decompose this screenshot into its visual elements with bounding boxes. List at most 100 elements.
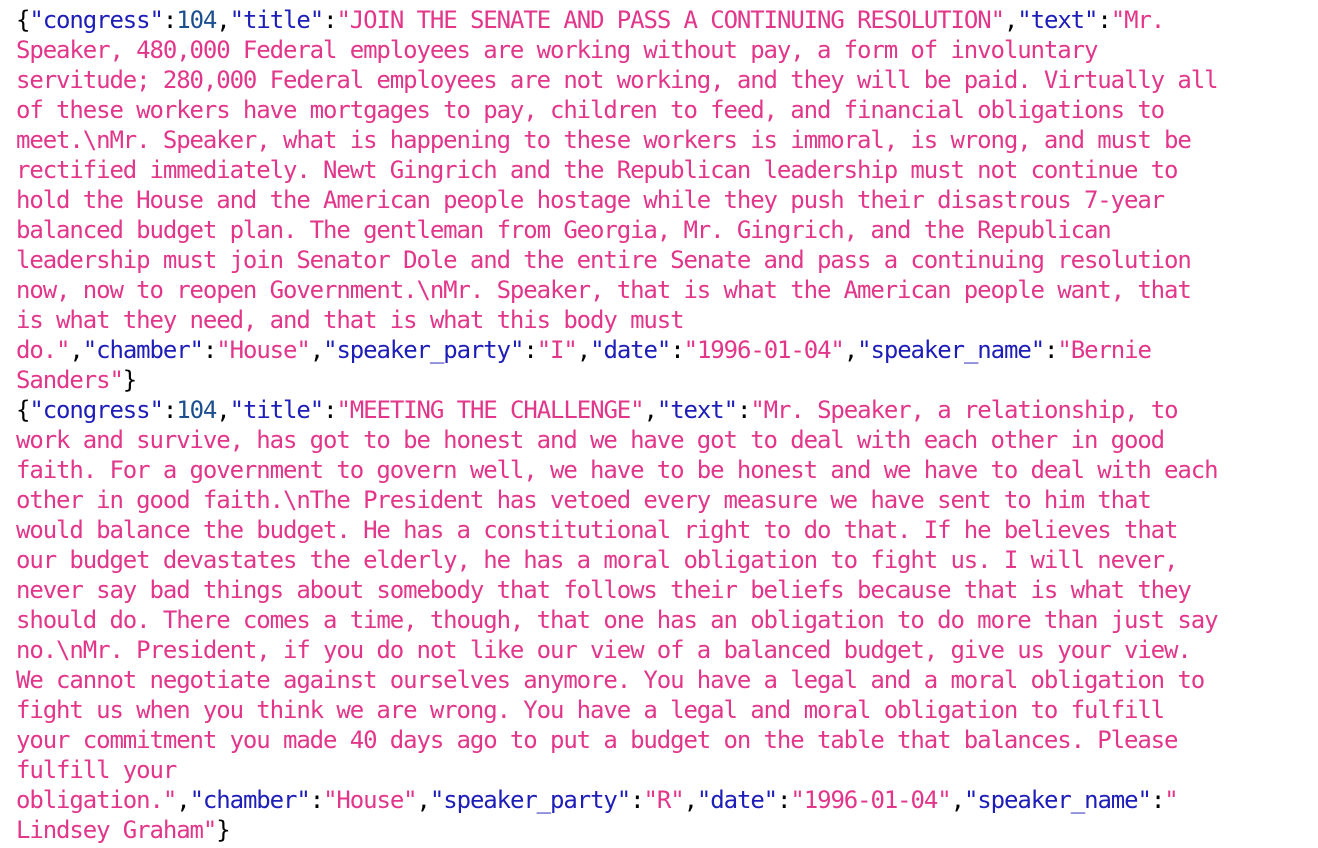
json-string: do." <box>16 336 71 364</box>
json-key: "congress" <box>29 396 164 424</box>
text-line: leadership must join Senator Dole and th… <box>16 245 1318 275</box>
json-key: "speaker_name" <box>857 336 1045 364</box>
json-punctuation: : <box>1150 786 1165 814</box>
text-line: {"congress":104,"title":"JOIN THE SENATE… <box>16 5 1318 35</box>
json-string: would balance the budget. He has a const… <box>16 516 1178 544</box>
json-string: no.\nMr. President, if you do not like o… <box>16 636 1192 664</box>
text-line: Sanders"} <box>16 365 1318 395</box>
json-key: "chamber" <box>82 336 204 364</box>
text-line: should do. There comes a time, though, t… <box>16 605 1318 635</box>
json-lines: {"congress":104,"title":"JOIN THE SENATE… <box>16 5 1318 845</box>
text-line: our budget devastates the elderly, he ha… <box>16 545 1318 575</box>
text-line: faith. For a government to govern well, … <box>16 455 1318 485</box>
json-punctuation: { <box>16 396 30 424</box>
text-line: rectified immediately. Newt Gingrich and… <box>16 155 1318 185</box>
json-number: 104 <box>176 396 217 424</box>
json-string: now, now to reopen Government.\nMr. Spea… <box>16 276 1192 304</box>
json-text-view[interactable]: {"congress":104,"title":"JOIN THE SENATE… <box>0 0 1318 848</box>
json-string: "Mr. Speaker, a relationship, to <box>750 396 1178 424</box>
text-line: fight us when you think we are wrong. Yo… <box>16 695 1318 725</box>
json-punctuation: , <box>309 336 324 364</box>
text-line: is what they need, and that is what this… <box>16 305 1318 335</box>
json-key: "date" <box>590 336 671 364</box>
json-string: should do. There comes a time, though, t… <box>16 606 1219 634</box>
json-punctuation: , <box>216 6 230 34</box>
json-key: "title" <box>229 6 325 34</box>
json-string: "House" <box>323 786 418 814</box>
json-string: "Bernie <box>1057 336 1152 364</box>
json-key: "date" <box>696 786 778 814</box>
json-string: hold the House and the American people h… <box>16 186 1165 214</box>
json-key: "congress" <box>29 6 164 34</box>
json-string: fulfill your <box>16 756 177 784</box>
text-line: work and survive, has got to be honest a… <box>16 425 1318 455</box>
json-punctuation: : <box>736 396 751 424</box>
json-punctuation: , <box>1003 6 1018 34</box>
text-line: servitude; 280,000 Federal employees are… <box>16 65 1318 95</box>
text-line: of these workers have mortgages to pay, … <box>16 95 1318 125</box>
text-line: no.\nMr. President, if you do not like o… <box>16 635 1318 665</box>
json-key: "text" <box>1017 6 1098 34</box>
json-string: Lindsey Graham" <box>16 816 217 844</box>
text-line: obligation.","chamber":"House","speaker_… <box>16 785 1318 815</box>
json-punctuation: , <box>843 336 858 364</box>
json-number: 104 <box>176 6 217 34</box>
json-punctuation: : <box>670 336 684 364</box>
text-line: never say bad things about somebody that… <box>16 575 1318 605</box>
json-string: fight us when you think we are wrong. Yo… <box>16 696 1165 724</box>
json-string: servitude; 280,000 Federal employees are… <box>16 66 1219 94</box>
json-string: of these workers have mortgages to pay, … <box>16 96 1165 124</box>
json-string: "I" <box>536 336 578 364</box>
json-string: leadership must join Senator Dole and th… <box>16 246 1192 274</box>
json-punctuation: , <box>576 336 591 364</box>
json-punctuation: } <box>216 816 230 844</box>
json-string: meet.\nMr. Speaker, what is happening to… <box>16 126 1192 154</box>
json-string: "Mr. <box>1110 6 1166 34</box>
json-punctuation: : <box>323 396 337 424</box>
text-line: {"congress":104,"title":"MEETING THE CHA… <box>16 395 1318 425</box>
json-string: "JOIN THE SENATE AND PASS A CONTINUING R… <box>336 6 1005 34</box>
json-punctuation: : <box>202 336 217 364</box>
json-punctuation: { <box>16 6 30 34</box>
json-punctuation: , <box>176 786 190 814</box>
json-punctuation: : <box>323 6 337 34</box>
text-line: Speaker, 480,000 Federal employees are w… <box>16 35 1318 65</box>
json-punctuation: : <box>309 786 324 814</box>
json-string: is what they need, and that is what this… <box>16 306 685 334</box>
json-punctuation: : <box>162 396 177 424</box>
json-punctuation: , <box>950 786 965 814</box>
text-line: do.","chamber":"House","speaker_party":"… <box>16 335 1318 365</box>
json-key: "title" <box>229 396 325 424</box>
text-line: would balance the budget. He has a const… <box>16 515 1318 545</box>
json-string: We cannot negotiate against ourselves an… <box>16 666 1205 694</box>
json-string: work and survive, has got to be honest a… <box>16 426 1165 454</box>
json-key: "speaker_name" <box>963 786 1152 814</box>
json-punctuation: : <box>630 786 644 814</box>
json-punctuation: , <box>216 396 230 424</box>
json-string: "MEETING THE CHALLENGE" <box>336 396 644 424</box>
json-string: " <box>1164 786 1178 814</box>
text-line: We cannot negotiate against ourselves an… <box>16 665 1318 695</box>
json-key: "chamber" <box>189 786 311 814</box>
json-punctuation: : <box>162 6 177 34</box>
json-string: rectified immediately. Newt Gingrich and… <box>16 156 1178 184</box>
json-punctuation: , <box>416 786 431 814</box>
json-string: other in good faith.\nThe President has … <box>16 486 1152 514</box>
json-key: "text" <box>656 396 738 424</box>
json-key: "speaker_party" <box>323 336 524 364</box>
json-string: faith. For a government to govern well, … <box>16 456 1219 484</box>
json-string: "House" <box>216 336 311 364</box>
json-punctuation: , <box>683 786 698 814</box>
json-punctuation: , <box>643 396 658 424</box>
text-line: your commitment you made 40 days ago to … <box>16 725 1318 755</box>
json-punctuation: : <box>523 336 537 364</box>
text-line: balanced budget plan. The gentleman from… <box>16 215 1318 245</box>
text-line: meet.\nMr. Speaker, what is happening to… <box>16 125 1318 155</box>
json-string: Speaker, 480,000 Federal employees are w… <box>16 36 1098 64</box>
json-string: obligation." <box>16 786 177 814</box>
text-line: fulfill your <box>16 755 1318 785</box>
json-string: "1996-01-04" <box>790 786 951 814</box>
json-punctuation: : <box>777 786 791 814</box>
json-string: "1996-01-04" <box>683 336 845 364</box>
json-string: never say bad things about somebody that… <box>16 576 1192 604</box>
